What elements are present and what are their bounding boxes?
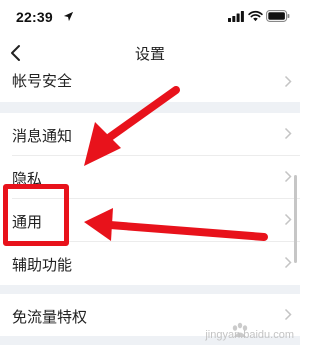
- row-label: 隐私: [12, 171, 43, 188]
- settings-list: 帐号安全 消息通知 隐私 通用 辅助功能 免流量特权: [0, 66, 300, 345]
- battery-icon: [266, 10, 290, 22]
- settings-row-account-security[interactable]: 帐号安全: [0, 66, 300, 102]
- location-arrow-icon: [63, 11, 74, 22]
- chevron-right-icon: [284, 308, 292, 321]
- page-title: 设置: [134, 46, 165, 63]
- navigation-bar: 设置: [0, 36, 300, 70]
- settings-row-privacy[interactable]: 隐私: [0, 156, 300, 198]
- wifi-icon: [248, 10, 263, 22]
- settings-row-general[interactable]: 通用: [0, 199, 300, 241]
- chevron-right-icon: [284, 75, 292, 88]
- row-label: 消息通知: [12, 128, 73, 145]
- chevron-right-icon: [284, 170, 292, 183]
- scrollbar[interactable]: [294, 175, 297, 263]
- chevron-right-icon: [284, 256, 292, 269]
- row-label: 辅助功能: [12, 257, 73, 274]
- chevron-right-icon: [284, 213, 292, 226]
- cellular-signal-icon: [228, 11, 244, 22]
- row-label: 帐号安全: [12, 73, 73, 90]
- row-label: 免流量特权: [12, 309, 88, 326]
- settings-group-general: 消息通知 隐私 通用 辅助功能: [0, 113, 300, 285]
- status-time: 22:39: [16, 9, 53, 25]
- watermark-text: jingyan.baidu.com: [205, 329, 294, 341]
- settings-row-notifications[interactable]: 消息通知: [0, 113, 300, 155]
- row-label: 通用: [12, 214, 43, 231]
- status-bar: 22:39: [0, 0, 300, 36]
- chevron-right-icon: [284, 127, 292, 140]
- settings-group-account: 帐号安全: [0, 66, 300, 102]
- settings-row-accessibility[interactable]: 辅助功能: [0, 242, 300, 284]
